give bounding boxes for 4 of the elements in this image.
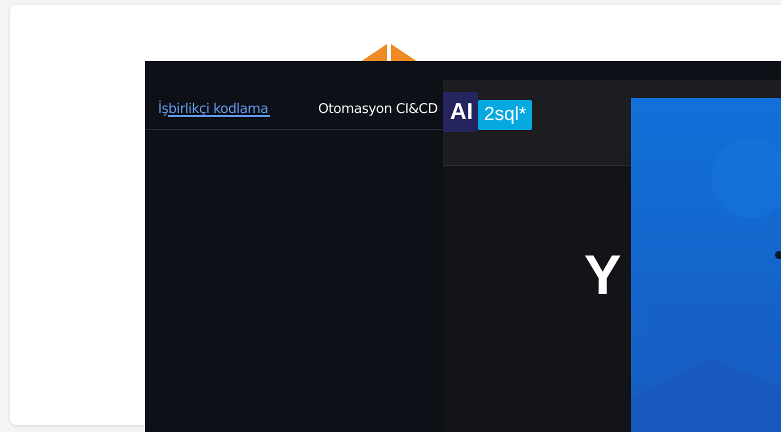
logo: AI 2sql* — [443, 92, 532, 132]
tab[interactable]: Otomasyon CI&CD — [318, 61, 438, 129]
headline: Y — [584, 242, 622, 307]
tab[interactable]: İşbirlikçi kodlama — [158, 61, 268, 129]
